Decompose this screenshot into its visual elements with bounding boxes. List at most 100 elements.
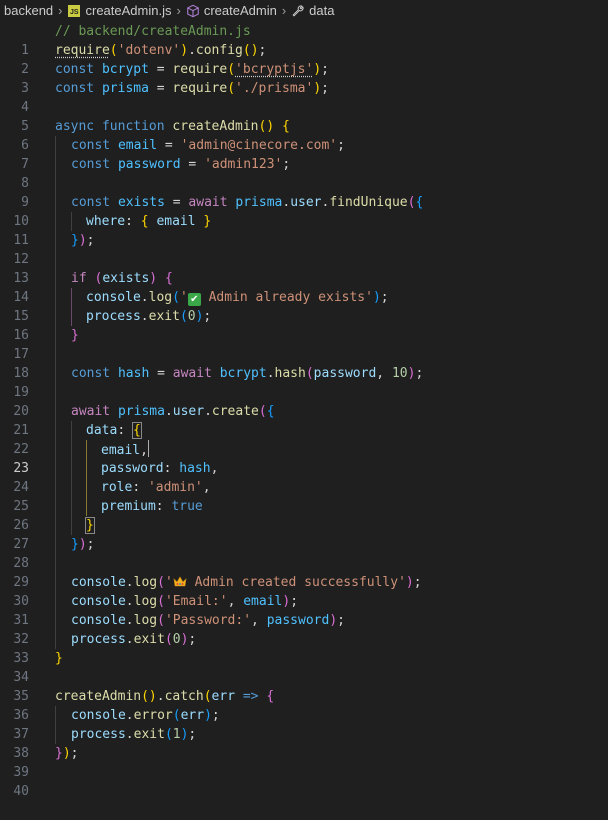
code-line: 34 } [0, 649, 608, 685]
indent-guide [55, 421, 56, 440]
breadcrumb: backend › JS createAdmin.js › createAdmi… [0, 0, 608, 22]
indent-guide [71, 478, 72, 497]
indent-guide [71, 288, 72, 307]
indent-guide [55, 611, 56, 630]
wrench-icon [292, 5, 304, 17]
code-text: const hash = await bcrypt.hash(password,… [71, 366, 424, 381]
code-text: }); [71, 233, 95, 248]
code-line: 40 [0, 763, 608, 799]
code-line: 5 [0, 98, 608, 134]
indent-guide [55, 592, 56, 611]
code-text: const bcrypt = require('bcryptjs'); [55, 62, 329, 77]
code-line: 30 console.log(' Admin created successfu… [0, 573, 608, 609]
code-text: if (exists) { [71, 271, 173, 286]
check-mark-icon: ✔ [187, 293, 201, 306]
indent-guide [55, 136, 56, 155]
code-text: process.exit(0); [71, 632, 197, 647]
code-text: console.log(' ✔ Admin already exists'); [86, 290, 389, 306]
code-line: 6 async function createAdmin() { [0, 117, 608, 153]
code-editor[interactable]: 1 // backend/createAdmin.js 2 require('d… [0, 22, 608, 799]
code-line: 25 role: 'admin', [0, 478, 608, 514]
code-line: 1 // backend/createAdmin.js [0, 22, 608, 58]
indent-guide [55, 307, 56, 326]
code-line: 35 [0, 668, 608, 704]
code-line: 33 process.exit(0); [0, 630, 608, 666]
code-text: const exists = await prisma.user.findUni… [71, 195, 424, 210]
code-text[interactable]: email, [101, 440, 149, 460]
code-text: await prisma.user.create({ [71, 404, 275, 419]
code-line: 4 const prisma = require('./prisma'); [0, 79, 608, 115]
code-text: // backend/createAdmin.js [55, 24, 251, 39]
code-text: const prisma = require('./prisma'); [55, 81, 329, 96]
code-line: 12 }); [0, 231, 608, 267]
code-line: 21 await prisma.user.create({ [0, 402, 608, 438]
indent-guide [55, 345, 56, 364]
indent-guide [71, 516, 72, 535]
indent-guide [55, 231, 56, 250]
indent-guide [55, 459, 56, 478]
indent-guide [55, 269, 56, 288]
code-text: console.log('Email:', email); [71, 594, 299, 609]
indent-guide [86, 440, 87, 459]
code-line: 28 }); [0, 535, 608, 571]
code-line: 14 if (exists) { [0, 269, 608, 305]
indent-guide [55, 497, 56, 516]
indent-guide [55, 630, 56, 649]
code-text: console.log('Password:', password); [71, 613, 345, 628]
breadcrumb-property[interactable]: data [291, 0, 334, 22]
breadcrumb-symbol-label: createAdmin [203, 3, 277, 18]
code-line: 38 process.exit(1); [0, 725, 608, 761]
code-line: 24 password: hash, [0, 459, 608, 495]
breadcrumb-symbol[interactable]: createAdmin [186, 0, 277, 22]
code-text: process.exit(1); [71, 727, 197, 742]
code-text: const password = 'admin123'; [71, 157, 291, 172]
code-text: createAdmin().catch(err => { [55, 689, 275, 704]
indent-guide [55, 288, 56, 307]
breadcrumb-property-label: data [309, 3, 335, 18]
code-line: 37 console.error(err); [0, 706, 608, 742]
indent-guide [55, 383, 56, 402]
code-line: 13 [0, 250, 608, 286]
indent-guide [55, 364, 56, 383]
indent-guide [55, 174, 56, 193]
code-text: process.exit(0); [86, 309, 212, 324]
text-cursor [147, 440, 149, 457]
code-line-active: 23 email, [0, 440, 608, 476]
code-text: data: { [86, 422, 142, 439]
indent-guide [71, 459, 72, 478]
code-line: 26 premium: true [0, 497, 608, 533]
code-line: 20 [0, 383, 608, 419]
code-text: const email = 'admin@cinecore.com'; [71, 138, 345, 153]
code-line: 39 }); [0, 744, 608, 780]
code-line: 11 where: { email } [0, 212, 608, 248]
code-line: 29 [0, 554, 608, 590]
line-number: 40 [13, 784, 29, 799]
code-text: }); [71, 537, 95, 552]
chevron-right-icon: › [58, 3, 63, 18]
indent-guide [71, 421, 72, 440]
indent-guide [55, 402, 56, 421]
breadcrumb-file-label: createAdmin.js [85, 3, 172, 18]
indent-guide [71, 497, 72, 516]
js-file-icon: JS [67, 5, 80, 17]
code-line: 36 createAdmin().catch(err => { [0, 687, 608, 723]
breadcrumb-file[interactable]: JS createAdmin.js [67, 0, 172, 22]
code-text: async function createAdmin() { [55, 119, 290, 134]
code-text: role: 'admin', [101, 480, 211, 495]
indent-guide [55, 478, 56, 497]
indent-guide [55, 535, 56, 554]
code-line: 2 require('dotenv').config(); [0, 41, 608, 77]
indent-guide [55, 250, 56, 269]
code-line: 10 const exists = await prisma.user.find… [0, 193, 608, 229]
code-line: 22 data: { [0, 421, 608, 457]
indent-guide [55, 725, 56, 744]
code-line: 27 } [0, 516, 608, 552]
indent-guide [71, 212, 72, 231]
indent-guide [55, 706, 56, 725]
indent-guide [55, 440, 56, 459]
indent-guide [55, 193, 56, 212]
indent-guide [55, 326, 56, 345]
breadcrumb-folder[interactable]: backend [4, 0, 53, 22]
code-line: 17 } [0, 326, 608, 362]
indent-guide [86, 478, 87, 497]
